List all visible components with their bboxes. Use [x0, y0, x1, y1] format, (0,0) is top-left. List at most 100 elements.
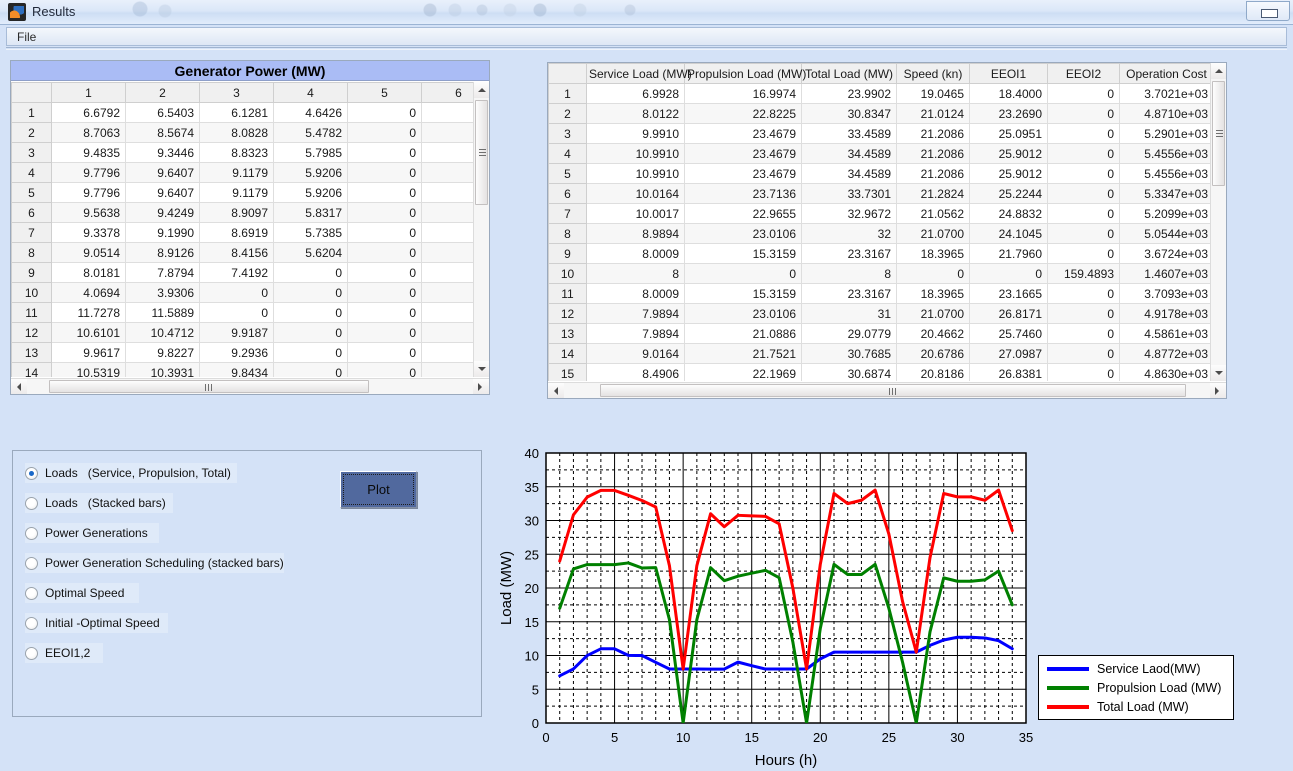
table-cell[interactable]: 8 [801, 263, 897, 284]
table-cell[interactable]: 5.4782 [273, 122, 348, 143]
table-cell[interactable]: 5.2901e+03 [1119, 123, 1210, 144]
table-row[interactable]: 3 9.4835 9.3446 8.8323 5.7985 0 [11, 142, 473, 163]
radio-button-icon[interactable] [25, 646, 38, 660]
table-cell[interactable]: 0 [273, 262, 348, 283]
table-row[interactable]: 8 8.9894 23.0106 32 21.0700 24.1045 0 5.0544e+0… [548, 223, 1210, 244]
table-cell[interactable]: 24.8832 [969, 203, 1048, 224]
table-cell[interactable]: 16.9974 [684, 83, 802, 104]
table-cell[interactable]: 5.6204 [273, 242, 348, 263]
table-cell[interactable]: 21.7521 [684, 343, 802, 364]
table-cell[interactable]: 18.3965 [896, 243, 970, 264]
table-cell[interactable]: 0 [1047, 123, 1120, 144]
table-cell[interactable]: 23.9902 [801, 83, 897, 104]
row-header[interactable]: 6 [548, 183, 587, 204]
table-cell[interactable]: 9.0164 [586, 343, 685, 364]
generator-power-grid[interactable]: 123456 1 6.6792 6.5403 6.1281 4.6426 0 2 8.7063… [11, 82, 473, 377]
table-cell[interactable]: 9.1179 [199, 162, 274, 183]
table-cell[interactable]: 0 [347, 222, 422, 243]
row-header[interactable]: 8 [548, 223, 587, 244]
table-cell[interactable]: 9.4249 [125, 202, 200, 223]
table-cell[interactable]: 6.1281 [199, 102, 274, 123]
table-cell[interactable]: 0 [199, 282, 274, 303]
table-cell[interactable]: 9.9910 [586, 123, 685, 144]
table-cell[interactable]: 0 [1047, 203, 1120, 224]
table-row[interactable]: 2 8.7063 8.5674 8.0828 5.4782 0 [11, 122, 473, 143]
table-cell[interactable]: 9.7796 [51, 182, 126, 203]
scroll-thumb[interactable] [475, 100, 488, 205]
table-cell[interactable]: 30.8347 [801, 103, 897, 124]
table-cell[interactable]: 8.0828 [199, 122, 274, 143]
table-row[interactable]: 11 11.7278 11.5889 0 0 0 [11, 302, 473, 323]
table-cell[interactable]: 7.9894 [586, 323, 685, 344]
table-row[interactable]: 1 6.9928 16.9974 23.9902 19.0465 18.4000 0 3.70… [548, 83, 1210, 104]
table-cell[interactable]: 20.4662 [896, 323, 970, 344]
right-table-vertical-scrollbar[interactable] [1210, 63, 1226, 381]
table-cell[interactable] [421, 182, 473, 203]
table-cell[interactable]: 23.4679 [684, 163, 802, 184]
row-header[interactable]: 1 [11, 102, 52, 123]
table-cell[interactable]: 9.0514 [51, 242, 126, 263]
scroll-right-icon[interactable] [473, 379, 489, 394]
table-cell[interactable]: 22.9655 [684, 203, 802, 224]
table-cell[interactable]: 0 [347, 322, 422, 343]
table-cell[interactable]: 10.9910 [586, 143, 685, 164]
table-cell[interactable]: 0 [347, 102, 422, 123]
table-cell[interactable]: 0 [1047, 183, 1120, 204]
scroll-thumb-h[interactable] [49, 380, 369, 393]
load-results-column-header[interactable]: EEOI2 [1047, 63, 1120, 84]
table-cell[interactable]: 0 [684, 263, 802, 284]
table-cell[interactable]: 8.9126 [125, 242, 200, 263]
radio-button-icon[interactable] [25, 556, 38, 570]
table-row[interactable]: 8 9.0514 8.9126 8.4156 5.6204 0 [11, 242, 473, 263]
table-cell[interactable]: 9.8434 [199, 362, 274, 377]
table-cell[interactable]: 23.0106 [684, 303, 802, 324]
radio-button-icon[interactable] [25, 586, 38, 600]
table-cell[interactable]: 21.0562 [896, 203, 970, 224]
table-cell[interactable]: 0 [347, 342, 422, 363]
table-cell[interactable]: 9.9617 [51, 342, 126, 363]
table-cell[interactable]: 4.8630e+03 [1119, 363, 1210, 381]
table-cell[interactable]: 8.6919 [199, 222, 274, 243]
table-cell[interactable] [421, 222, 473, 243]
table-cell[interactable]: 30.6874 [801, 363, 897, 381]
row-header[interactable]: 10 [548, 263, 587, 284]
table-cell[interactable]: 0 [1047, 143, 1120, 164]
row-header[interactable]: 11 [548, 283, 587, 304]
table-cell[interactable]: 21.2086 [896, 163, 970, 184]
table-cell[interactable]: 0 [347, 182, 422, 203]
row-header[interactable]: 8 [11, 242, 52, 263]
table-cell[interactable]: 4.8710e+03 [1119, 103, 1210, 124]
table-cell[interactable]: 10.0017 [586, 203, 685, 224]
table-cell[interactable]: 8.8323 [199, 142, 274, 163]
row-header[interactable]: 12 [11, 322, 52, 343]
row-header[interactable]: 14 [11, 362, 52, 377]
table-cell[interactable]: 4.9178e+03 [1119, 303, 1210, 324]
row-header[interactable]: 12 [548, 303, 587, 324]
table-row[interactable]: 9 8.0181 7.8794 7.4192 0 0 [11, 262, 473, 283]
radio-option-4[interactable]: Optimal Speed [25, 583, 139, 603]
load-results-column-header[interactable]: Total Load (MW) [801, 63, 897, 84]
table-cell[interactable] [421, 102, 473, 123]
table-cell[interactable]: 4.0694 [51, 282, 126, 303]
load-results-column-header[interactable]: Operation Cost [1119, 63, 1210, 84]
table-row[interactable]: 12 7.9894 23.0106 31 21.0700 26.8171 0 4.9178e+… [548, 303, 1210, 324]
table-cell[interactable]: 26.8381 [969, 363, 1048, 381]
table-cell[interactable]: 0 [1047, 223, 1120, 244]
table-cell[interactable]: 9.6407 [125, 182, 200, 203]
table-cell[interactable]: 25.2244 [969, 183, 1048, 204]
scroll-down-icon[interactable] [1211, 365, 1226, 381]
radio-option-6[interactable]: EEOI1,2 [25, 643, 103, 663]
table-row[interactable]: 6 9.5638 9.4249 8.9097 5.8317 0 [11, 202, 473, 223]
table-cell[interactable]: 0 [1047, 103, 1120, 124]
table-cell[interactable]: 9.9187 [199, 322, 274, 343]
table-row[interactable]: 7 10.0017 22.9655 32.9672 21.0562 24.8832 0 5.2… [548, 203, 1210, 224]
table-row[interactable]: 4 9.7796 9.6407 9.1179 5.9206 0 [11, 162, 473, 183]
table-cell[interactable]: 0 [273, 302, 348, 323]
radio-option-1[interactable]: Loads (Stacked bars) [25, 493, 173, 513]
table-cell[interactable] [421, 362, 473, 377]
table-cell[interactable]: 25.0951 [969, 123, 1048, 144]
table-cell[interactable]: 21.0700 [896, 223, 970, 244]
plot-button[interactable]: Plot [340, 471, 417, 508]
table-cell[interactable] [421, 322, 473, 343]
scroll-up-icon[interactable] [1211, 63, 1226, 79]
